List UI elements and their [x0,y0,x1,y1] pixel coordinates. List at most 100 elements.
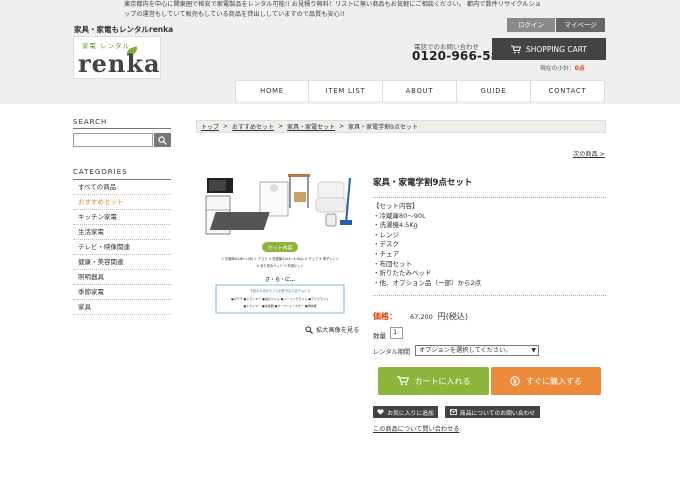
product-inquiry-button[interactable]: 商品についてのお問い合わせ [445,406,540,418]
breadcrumb-recommended[interactable]: おすすめセット [232,122,274,131]
categories-heading: CATEGORIES [73,168,128,176]
logo-wordmark: renka [78,49,161,78]
kettle-illustration [325,213,337,227]
set-item: ・冷蔵庫80〜90L [373,211,426,220]
microwave-window [209,180,226,191]
divider [373,197,606,198]
category-item-all[interactable]: すべての商品 [73,180,171,195]
set-contents-line: ① 冷蔵庫80(NH-106) ② デスク ③ 洗濯機4.5(4〜4.5kg) … [221,256,339,261]
price-value: 67,200 [410,313,433,321]
breadcrumb-current: 家具・家電学割9点セット [348,124,418,131]
quantity-label: 数量 [373,332,386,340]
divider [73,128,171,129]
set-item: ・洗濯機4.5Kg [373,221,418,230]
futon-illustration [317,181,345,201]
nav-guide[interactable]: GUIDE [457,81,531,102]
quantity-input[interactable]: 1 [390,327,403,339]
add-favorite-button[interactable]: お気に入りに追加 [373,406,438,418]
zoom-icon [305,325,313,334]
category-item-seasonal[interactable]: 季節家電 [73,285,171,300]
set-item: ・布団セット [373,259,412,268]
product-image[interactable]: セット内容 ① 冷蔵庫80(NH-106) ② デスク ③ 洗濯機4.5(4〜4… [200,168,360,320]
category-item-health-beauty[interactable]: 健康・美容関連 [73,255,171,270]
vacuum-illustration [345,177,351,225]
login-button[interactable]: ログイン [507,18,555,32]
breadcrumb-top[interactable]: トップ [201,122,219,131]
price-label: 価格： [373,312,397,321]
nav-home[interactable]: HOME [235,81,309,102]
vacuum-illustration [340,220,352,225]
rental-period-label: レンタル期間 [373,349,411,356]
search-input[interactable] [73,133,153,147]
set-item: ・チェア [373,249,399,258]
mypage-button[interactable]: マイページ [556,18,605,32]
divider [373,295,606,296]
breadcrumb-separator: > [339,123,345,130]
set-item: ・デスク [373,240,399,249]
add-favorite-label: お気に入りに追加 [387,410,434,417]
price-unit: 円(税込) [437,312,468,321]
zoom-image-link[interactable]: 拡大画像を見る [305,325,359,334]
breadcrumb: トップ > おすすめセット > 家具・家電セット > 家具・家電学割9点セット [196,120,606,133]
plus-label: さ・ら・に… [265,276,295,283]
category-item-kitchen[interactable]: キッチン家電 [73,210,171,225]
breadcrumb-furniture-set[interactable]: 家具・家電セット [287,122,335,131]
zoom-label: 拡大画像を見る [316,327,360,334]
option-heading: 下記の６点から２つお好きな２点チョイス [250,288,310,293]
set-heading: 【セット内容】 [373,202,419,210]
set-item: ・他、オプション品（一部）から2点 [373,278,482,287]
main-nav: HOME ITEM LIST ABOUT GUIDE CONTACT [235,80,605,102]
nav-contact[interactable]: CONTACT [531,81,605,102]
set-badge-label: セット内容 [267,245,292,252]
category-item-tv-video[interactable]: テレビ・映像関連 [73,240,171,255]
product-description: 【セット内容】 ・冷蔵庫80〜90L ・洗濯機4.5Kg ・レンジ ・デスク ・… [373,202,481,288]
product-photo [205,174,352,235]
set-item: ・折りたたみベッド [373,269,432,278]
search-button[interactable] [154,133,171,147]
next-product-link[interactable]: 次の商品 > [573,149,605,158]
search-icon [158,135,167,145]
shopping-cart-button[interactable]: SHOPPING CART [492,38,606,60]
chair-illustration [294,192,306,202]
breadcrumb-separator: > [223,123,229,130]
cart-subtotal-label: 現在の小計： [540,66,575,72]
add-to-cart-label: カートに入れる [414,376,471,386]
washer-lid [270,184,278,192]
site-logo[interactable]: 家電 レンタル renka [73,36,161,79]
category-item-recommended[interactable]: おすすめセット [73,195,171,210]
product-inquiry-label: 商品についてのお問い合わせ [459,410,536,417]
header-notice: 東京都内を中心に関東圏で格安で家電製品をレンタル可能!! お見積り無料！リストに… [124,1,541,18]
ask-about-product-link[interactable]: この商品について問い合わせる [373,424,459,433]
futon-illustration [315,197,347,213]
rental-period-select[interactable]: オプションを選択してください。 ▼ [415,345,539,356]
buy-now-label: すぐに購入する [526,376,582,386]
mail-icon [449,409,457,415]
breadcrumb-separator: > [278,123,284,130]
cart-subtotal-value: 0点 [574,66,585,72]
option-line: ●ドライヤー ●炊飯器 ●オーブントースター ●掃除機 [244,303,317,308]
yen-circle-icon [510,376,520,386]
category-item-lighting[interactable]: 照明器具 [73,270,171,285]
set-contents-line: ⑥ 折り畳みベッド ⑦ 布団セット [256,263,303,268]
chevron-down-icon: ▼ [531,347,536,354]
set-item: ・レンジ [373,230,399,239]
nav-item-list[interactable]: ITEM LIST [309,81,383,102]
nav-about[interactable]: ABOUT [383,81,457,102]
shopping-cart-label: SHOPPING CART [526,44,587,54]
cart-icon [396,376,409,386]
bed-illustration [209,212,270,230]
product-title: 家具・家電学割9点セット [373,178,473,188]
rental-period-value: オプションを選択してください。 [419,347,512,354]
search-heading: SEARCH [73,118,108,126]
site-tagline: 家具・家電もレンタルrenka [74,25,174,34]
category-item-living[interactable]: 生活家電 [73,225,171,240]
category-item-furniture[interactable]: 家具 [73,300,171,315]
add-to-cart-button[interactable]: カートに入れる [378,367,489,395]
cart-subtotal: 現在の小計：0点 [540,63,585,72]
heart-icon [377,409,384,415]
buy-now-button[interactable]: すぐに購入する [491,367,601,395]
option-line: ●ポテチ ●ドライヤー ●電気ケトル ●シーリングライト ●デスクライト [231,296,329,301]
price: 67,200 円(税込) [410,311,468,322]
category-list: すべての商品 おすすめセット キッチン家電 生活家電 テレビ・映像関連 健康・美… [73,180,171,315]
cart-icon [511,45,521,53]
